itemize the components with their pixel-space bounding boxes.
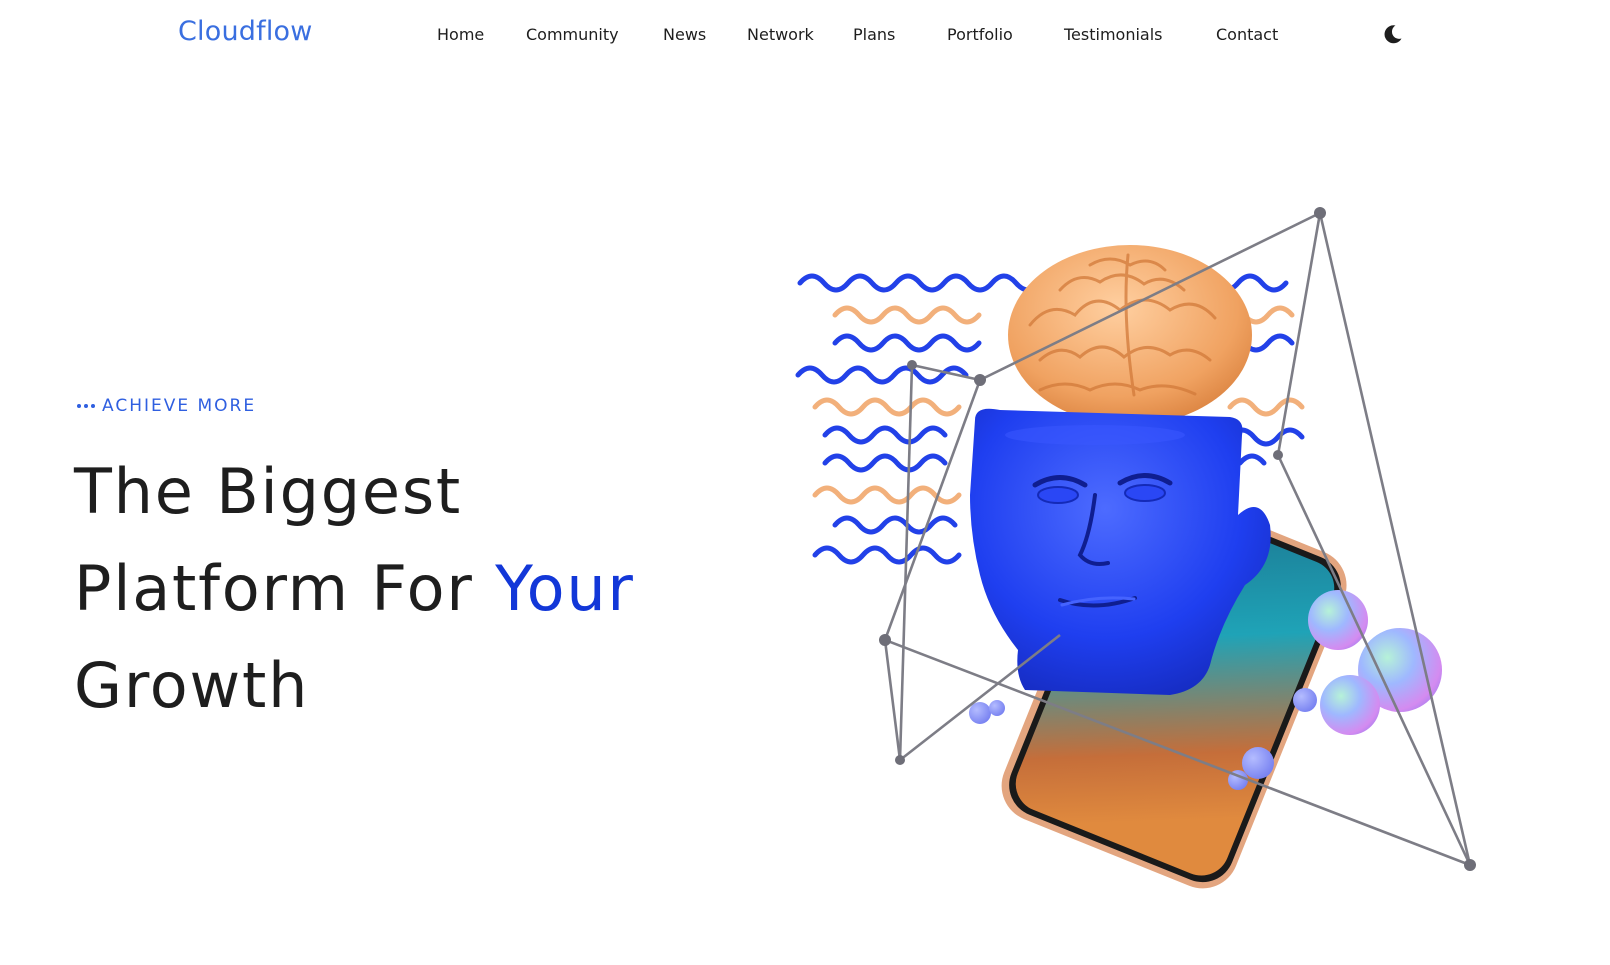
nav-link-portfolio[interactable]: Portfolio: [947, 25, 1013, 44]
headline-line-1: The Biggest: [74, 455, 463, 528]
nav-link-news[interactable]: News: [663, 25, 706, 44]
moon-icon: [1384, 25, 1402, 44]
nav-link-plans[interactable]: Plans: [853, 25, 895, 44]
brand-logo[interactable]: Cloudflow: [178, 16, 313, 47]
nav-link-testimonials[interactable]: Testimonials: [1064, 25, 1163, 44]
eyebrow-text: ACHIEVE MORE: [102, 396, 257, 416]
nav-link-network[interactable]: Network: [747, 25, 814, 44]
brain: [1008, 245, 1252, 425]
headline-line-3: Growth: [74, 649, 310, 722]
hero-illustration: [795, 207, 1476, 889]
nav-link-home[interactable]: Home: [437, 25, 484, 44]
headline-line-2-prefix: Platform For: [74, 552, 496, 625]
nav-link-community[interactable]: Community: [526, 25, 619, 44]
nav-link-contact[interactable]: Contact: [1216, 25, 1278, 44]
dark-mode-toggle[interactable]: [1380, 21, 1406, 47]
navbar: Cloudflow Home Community News Network Pl…: [0, 0, 1610, 72]
dots-icon: [77, 404, 95, 408]
headline-line-2: Platform For Your: [74, 540, 635, 637]
hero-eyebrow: ACHIEVE MORE: [77, 396, 256, 416]
headline-accent-word: Your: [495, 552, 635, 625]
hero-headline: The Biggest Platform For Your Growth: [74, 443, 635, 734]
